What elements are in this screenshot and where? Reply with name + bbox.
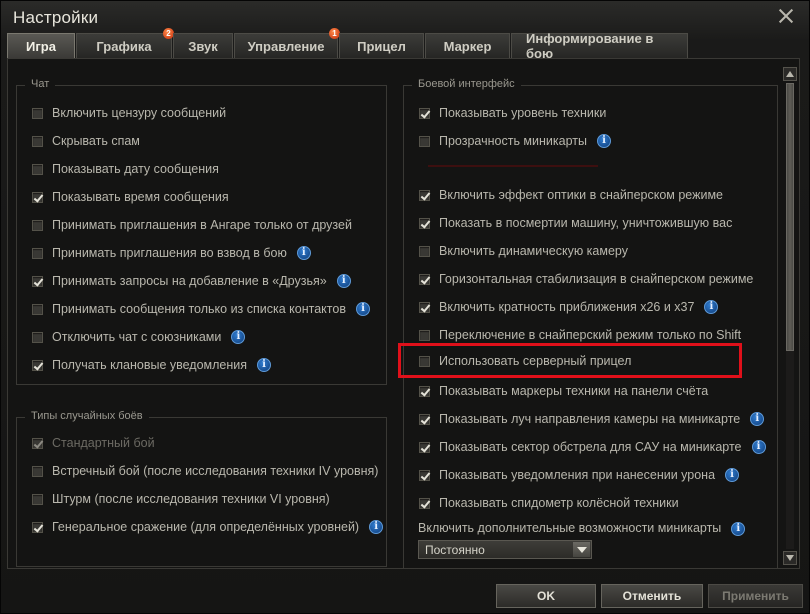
slider-track[interactable]	[428, 165, 598, 167]
checkbox[interactable]	[419, 413, 430, 425]
battle-interface-option[interactable]: Горизонтальная стабилизация в снайперско…	[419, 269, 753, 289]
settings-content: Чат Включить цензуру сообщений Скрывать …	[7, 58, 800, 569]
chat-option[interactable]: Показывать время сообщения	[32, 187, 229, 207]
chat-option[interactable]: Принимать сообщения только из списка кон…	[32, 299, 370, 319]
checkbox[interactable]	[419, 135, 430, 147]
checkbox[interactable]	[32, 331, 43, 343]
tab-controls[interactable]: Управление 1	[234, 28, 340, 58]
tab-bar: Игра Графика 2 Звук Управление 1 Прицел Ма…	[7, 28, 689, 61]
battle-interface-option[interactable]: Прозрачность миникарты i	[419, 131, 611, 151]
settings-window: Настройки Игра Графика 2 Звук Управление 1…	[0, 0, 810, 614]
battle-type-option[interactable]: Встречный бой (после исследования техник…	[32, 461, 378, 481]
checkbox[interactable]	[32, 107, 43, 119]
checkbox[interactable]	[419, 245, 430, 257]
checkbox[interactable]	[32, 247, 43, 259]
checkbox[interactable]	[32, 359, 43, 371]
window-title: Настройки	[13, 8, 99, 27]
chat-option[interactable]: Принимать приглашения во взвод в бою i	[32, 243, 311, 263]
scroll-up-arrow-icon[interactable]	[783, 67, 797, 81]
battle-interface-option[interactable]: Показывать уровень техники	[419, 103, 606, 123]
chat-group-title: Чат	[25, 78, 56, 90]
checkbox[interactable]	[419, 441, 430, 453]
battle-type-option[interactable]: Генеральное сражение (для определённых у…	[32, 517, 384, 537]
chat-option[interactable]: Показывать дату сообщения	[32, 159, 219, 179]
checkbox[interactable]	[32, 219, 43, 231]
scroll-down-arrow-icon[interactable]	[783, 551, 797, 565]
checkbox[interactable]	[32, 191, 43, 203]
tab-graphics[interactable]: Графика 2	[76, 28, 174, 58]
info-icon[interactable]: i	[704, 300, 719, 314]
info-icon[interactable]: i	[596, 134, 611, 148]
chat-option[interactable]: Отключить чат с союзниками i	[32, 327, 246, 347]
info-icon[interactable]: i	[336, 274, 351, 288]
info-icon[interactable]: i	[731, 521, 746, 536]
checkbox[interactable]	[419, 329, 430, 341]
tab-game[interactable]: Игра	[7, 33, 75, 58]
battle-interface-option[interactable]: Включить эффект оптики в снайперском реж…	[419, 185, 723, 205]
info-icon[interactable]: i	[750, 412, 765, 426]
checkbox[interactable]	[419, 107, 430, 119]
battle-interface-option[interactable]: Показывать сектор обстрела для САУ на ми…	[419, 437, 766, 457]
battle-interface-option[interactable]: Включить динамическую камеру	[419, 241, 628, 261]
tab-marker[interactable]: Маркер	[425, 33, 510, 58]
checkbox[interactable]	[32, 163, 43, 175]
battle-interface-option[interactable]: Показывать маркеры техники на панели счё…	[419, 381, 708, 401]
server-reticle-option[interactable]: Использовать серверный прицел	[419, 351, 631, 371]
info-icon[interactable]: i	[355, 302, 370, 316]
checkbox[interactable]	[419, 217, 430, 229]
chat-option[interactable]: Получать клановые уведомления i	[32, 355, 272, 375]
info-icon[interactable]: i	[296, 246, 311, 260]
chat-option[interactable]: Принимать приглашения в Ангаре только от…	[32, 215, 352, 235]
info-icon[interactable]: i	[369, 520, 384, 534]
checkbox[interactable]	[32, 465, 43, 477]
checkbox[interactable]	[419, 385, 430, 397]
scroll-track[interactable]	[786, 83, 794, 549]
checkbox[interactable]	[419, 189, 430, 201]
tab-battle-notifications[interactable]: Информирование в бою	[511, 31, 688, 61]
chat-option[interactable]: Скрывать спам	[32, 131, 140, 151]
info-icon[interactable]: i	[257, 358, 272, 372]
battle-interface-group-title: Боевой интерфейс	[412, 78, 521, 90]
checkbox[interactable]	[419, 355, 430, 367]
info-icon[interactable]: i	[751, 440, 766, 454]
cancel-button[interactable]: Отменить	[601, 584, 703, 608]
minimap-extra-label: Включить дополнительные возможности мини…	[418, 521, 746, 536]
checkbox[interactable]	[419, 497, 430, 509]
battle-type-option: Стандартный бой	[32, 433, 155, 453]
tab-sound[interactable]: Звук	[173, 33, 233, 58]
battle-interface-option[interactable]: Показать в посмертии машину, уничтожившу…	[419, 213, 732, 233]
battle-interface-option[interactable]: Показывать уведомления при нанесении уро…	[419, 465, 740, 485]
battle-types-group-title: Типы случайных боёв	[25, 410, 149, 422]
checkbox	[32, 437, 43, 449]
close-icon[interactable]	[778, 8, 794, 24]
checkbox[interactable]	[419, 301, 430, 313]
chevron-down-icon[interactable]	[573, 542, 590, 557]
checkbox[interactable]	[32, 135, 43, 147]
battle-type-option[interactable]: Штурм (после исследования техники VI уро…	[32, 489, 330, 509]
ok-button[interactable]: OK	[496, 584, 596, 608]
chat-option[interactable]: Включить цензуру сообщений	[32, 103, 226, 123]
checkbox[interactable]	[32, 521, 43, 533]
battle-interface-option[interactable]: Включить кратность приближения х26 и х37…	[419, 297, 719, 317]
checkbox[interactable]	[419, 469, 430, 481]
vertical-scrollbar[interactable]	[783, 67, 797, 565]
minimap-extra-dropdown[interactable]: Постоянно	[418, 540, 592, 559]
scroll-thumb[interactable]	[786, 83, 794, 351]
checkbox[interactable]	[32, 303, 43, 315]
checkbox[interactable]	[419, 273, 430, 285]
info-icon[interactable]: i	[231, 330, 246, 344]
battle-interface-option[interactable]: Показывать спидометр колёсной техники	[419, 493, 679, 513]
tab-sight[interactable]: Прицел	[339, 33, 424, 58]
battle-interface-option[interactable]: Показывать луч направления камеры на мин…	[419, 409, 765, 429]
info-icon[interactable]: i	[725, 468, 740, 482]
chat-option[interactable]: Принимать запросы на добавление в «Друзь…	[32, 271, 351, 291]
apply-button[interactable]: Применить	[708, 584, 803, 608]
battle-interface-option[interactable]: Переключение в снайперский режим только …	[419, 325, 741, 345]
checkbox[interactable]	[32, 275, 43, 287]
checkbox[interactable]	[32, 493, 43, 505]
